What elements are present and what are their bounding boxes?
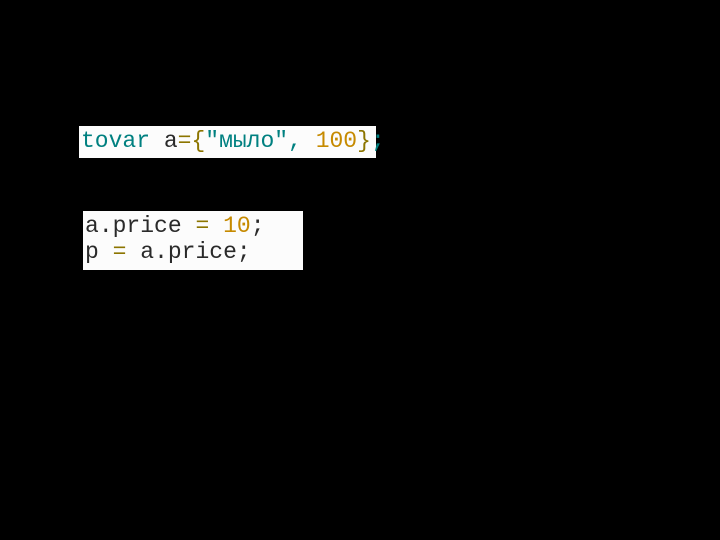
- token-ident: a: [164, 128, 178, 154]
- token-space: [209, 213, 223, 239]
- token-dot: .: [99, 213, 113, 239]
- token-space: [182, 213, 196, 239]
- token-comma: ,: [288, 128, 316, 154]
- token-ident: p: [85, 239, 99, 265]
- token-member: price: [168, 239, 237, 265]
- code-block-usage: a.price = 10; p = a.price;: [83, 211, 303, 270]
- token-space: [150, 128, 164, 154]
- token-equals: =: [195, 213, 209, 239]
- token-type: tovar: [81, 128, 150, 154]
- token-semi: ;: [251, 213, 265, 239]
- token-number: 10: [223, 213, 251, 239]
- token-string: "мыло": [205, 128, 288, 154]
- token-rbrace: }: [357, 128, 371, 154]
- token-semi: ;: [371, 128, 385, 154]
- token-number: 100: [316, 128, 357, 154]
- code-block-declaration: tovar a={"мыло", 100};: [79, 126, 376, 158]
- token-ident: a: [85, 213, 99, 239]
- token-space: [99, 239, 113, 265]
- token-space: [126, 239, 140, 265]
- token-equals: =: [113, 239, 127, 265]
- token-lbrace: {: [191, 128, 205, 154]
- token-dot: .: [154, 239, 168, 265]
- token-equals: =: [178, 128, 192, 154]
- token-ident: a: [140, 239, 154, 265]
- token-member: price: [113, 213, 182, 239]
- token-semi: ;: [237, 239, 251, 265]
